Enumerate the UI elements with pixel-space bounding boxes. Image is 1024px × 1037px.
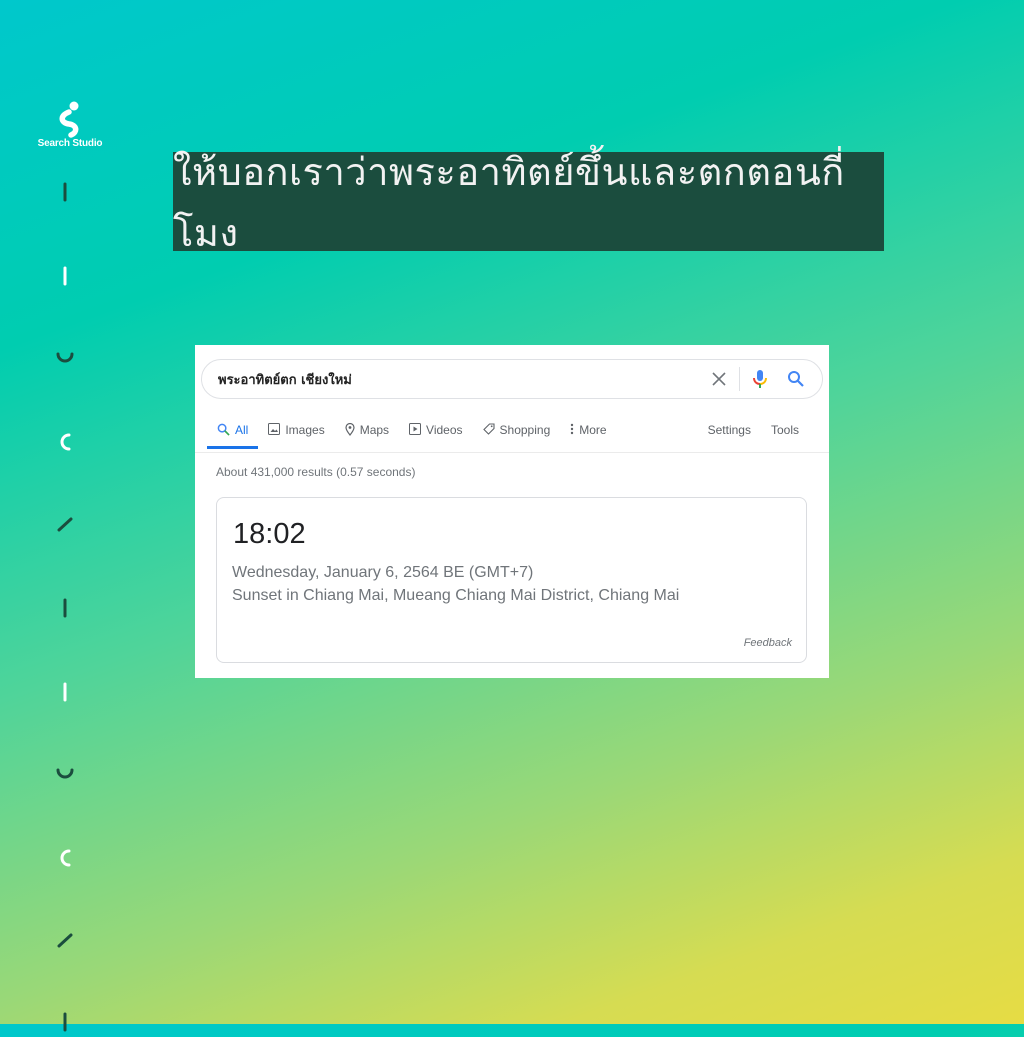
tab-label: Maps <box>359 423 390 437</box>
video-icon <box>409 423 422 435</box>
decoration-u-arc-icon <box>55 348 75 368</box>
search-tabs: All Images Maps Videos Shopping More Set… <box>207 419 809 453</box>
tab-label: All <box>235 423 249 437</box>
tab-videos[interactable]: Videos <box>399 419 472 449</box>
sunset-answer-card: 18:02 Wednesday, January 6, 2564 BE (GMT… <box>216 497 807 663</box>
tab-images[interactable]: Images <box>258 419 334 449</box>
search-studio-logo-icon <box>59 101 79 138</box>
close-icon[interactable] <box>707 367 731 391</box>
search-bar[interactable]: พระอาทิตย์ตก เชียงใหม่ <box>201 359 823 399</box>
feedback-link[interactable]: Feedback <box>744 637 792 649</box>
brand-logo: Search Studio <box>30 100 110 149</box>
decoration-vertical-bar-icon <box>55 182 75 202</box>
divider <box>739 367 740 391</box>
decoration-c-arc-icon <box>55 432 75 452</box>
sunset-date: Wednesday, January 6, 2564 BE (GMT+7) <box>232 564 534 581</box>
tabs-divider <box>195 452 829 453</box>
decoration-slash-icon <box>55 514 75 534</box>
search-input[interactable]: พระอาทิตย์ตก เชียงใหม่ <box>218 369 707 390</box>
tag-icon <box>482 423 495 435</box>
microphone-icon[interactable] <box>748 367 772 391</box>
more-vertical-icon <box>571 423 574 435</box>
tab-more[interactable]: More <box>560 419 616 449</box>
brand-name: Search Studio <box>37 138 103 149</box>
tools-link[interactable]: Tools <box>761 419 809 453</box>
tab-maps[interactable]: Maps <box>335 419 399 449</box>
tab-label: More <box>579 423 607 437</box>
settings-link[interactable]: Settings <box>698 419 761 453</box>
decoration-vertical-bar-icon <box>55 598 75 618</box>
decoration-vertical-bar-icon <box>55 1012 75 1032</box>
question-text: ให้บอกเราว่าพระอาทิตย์ขึ้นและตกตอนกี่โมง <box>173 149 845 255</box>
search-icon <box>217 423 230 436</box>
tab-label: Shopping <box>499 423 551 437</box>
search-icon[interactable] <box>784 367 808 391</box>
decoration-c-arc-icon <box>55 848 75 868</box>
search-screenshot: พระอาทิตย์ตก เชียงใหม่ All Images Maps V… <box>195 345 829 678</box>
decoration-vertical-bar-icon <box>55 266 75 286</box>
tab-all[interactable]: All <box>207 419 259 449</box>
question-banner: ให้บอกเราว่าพระอาทิตย์ขึ้นและตกตอนกี่โมง <box>173 150 884 255</box>
sunset-time: 18:02 <box>233 518 306 550</box>
tab-shopping[interactable]: Shopping <box>473 419 561 449</box>
sunset-location: Sunset in Chiang Mai, Mueang Chiang Mai … <box>232 587 680 604</box>
map-pin-icon <box>345 423 355 436</box>
tab-label: Videos <box>426 423 463 437</box>
decoration-u-arc-icon <box>55 764 75 784</box>
decoration-slash-icon <box>55 930 75 950</box>
tab-label: Images <box>285 423 325 437</box>
result-stats: About 431,000 results (0.57 seconds) <box>216 465 416 479</box>
image-icon <box>268 423 281 435</box>
decoration-vertical-bar-icon <box>55 682 75 702</box>
